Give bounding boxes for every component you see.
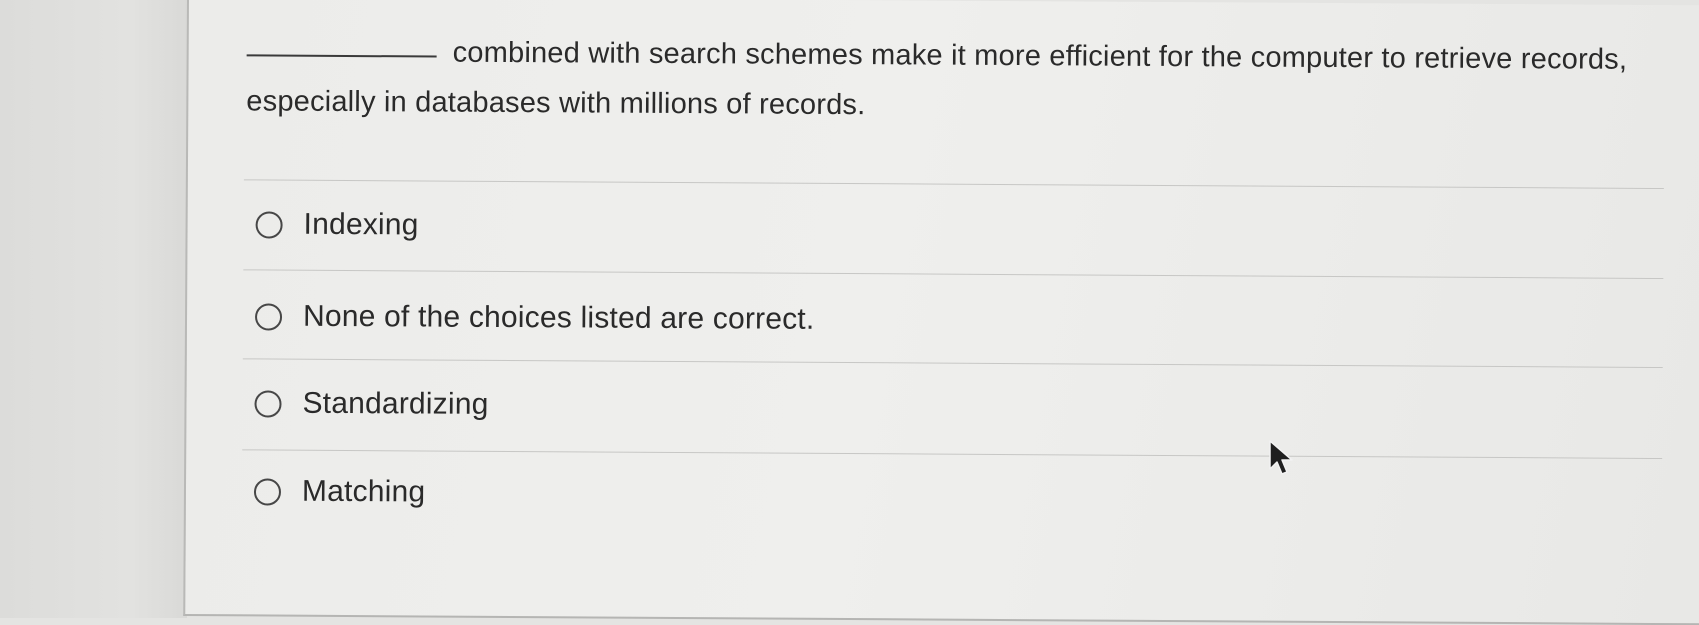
mouse-pointer-icon — [1269, 440, 1293, 475]
answer-blank — [246, 54, 437, 58]
question-panel: combined with search schemes make it mor… — [183, 0, 1699, 625]
option-none-correct[interactable]: None of the choices listed are correct. — [254, 299, 815, 336]
divider — [243, 269, 1664, 280]
left-margin — [0, 0, 187, 618]
radio-circle-icon[interactable] — [254, 389, 282, 418]
divider — [242, 358, 1663, 369]
divider — [242, 449, 1663, 460]
option-standardizing[interactable]: Standardizing — [254, 386, 489, 421]
option-matching[interactable]: Matching — [253, 474, 426, 509]
option-indexing[interactable]: Indexing — [255, 207, 419, 242]
question-prompt: combined with search schemes make it mor… — [246, 26, 1677, 135]
option-label: Standardizing — [302, 386, 489, 421]
question-text: combined with search schemes make it mor… — [246, 36, 1628, 122]
divider — [243, 179, 1664, 190]
option-label: None of the choices listed are correct. — [302, 299, 815, 336]
radio-circle-icon[interactable] — [253, 477, 282, 506]
radio-circle-icon[interactable] — [255, 210, 283, 239]
option-label: Indexing — [303, 207, 419, 242]
option-label: Matching — [301, 474, 426, 509]
radio-circle-icon[interactable] — [254, 302, 283, 331]
